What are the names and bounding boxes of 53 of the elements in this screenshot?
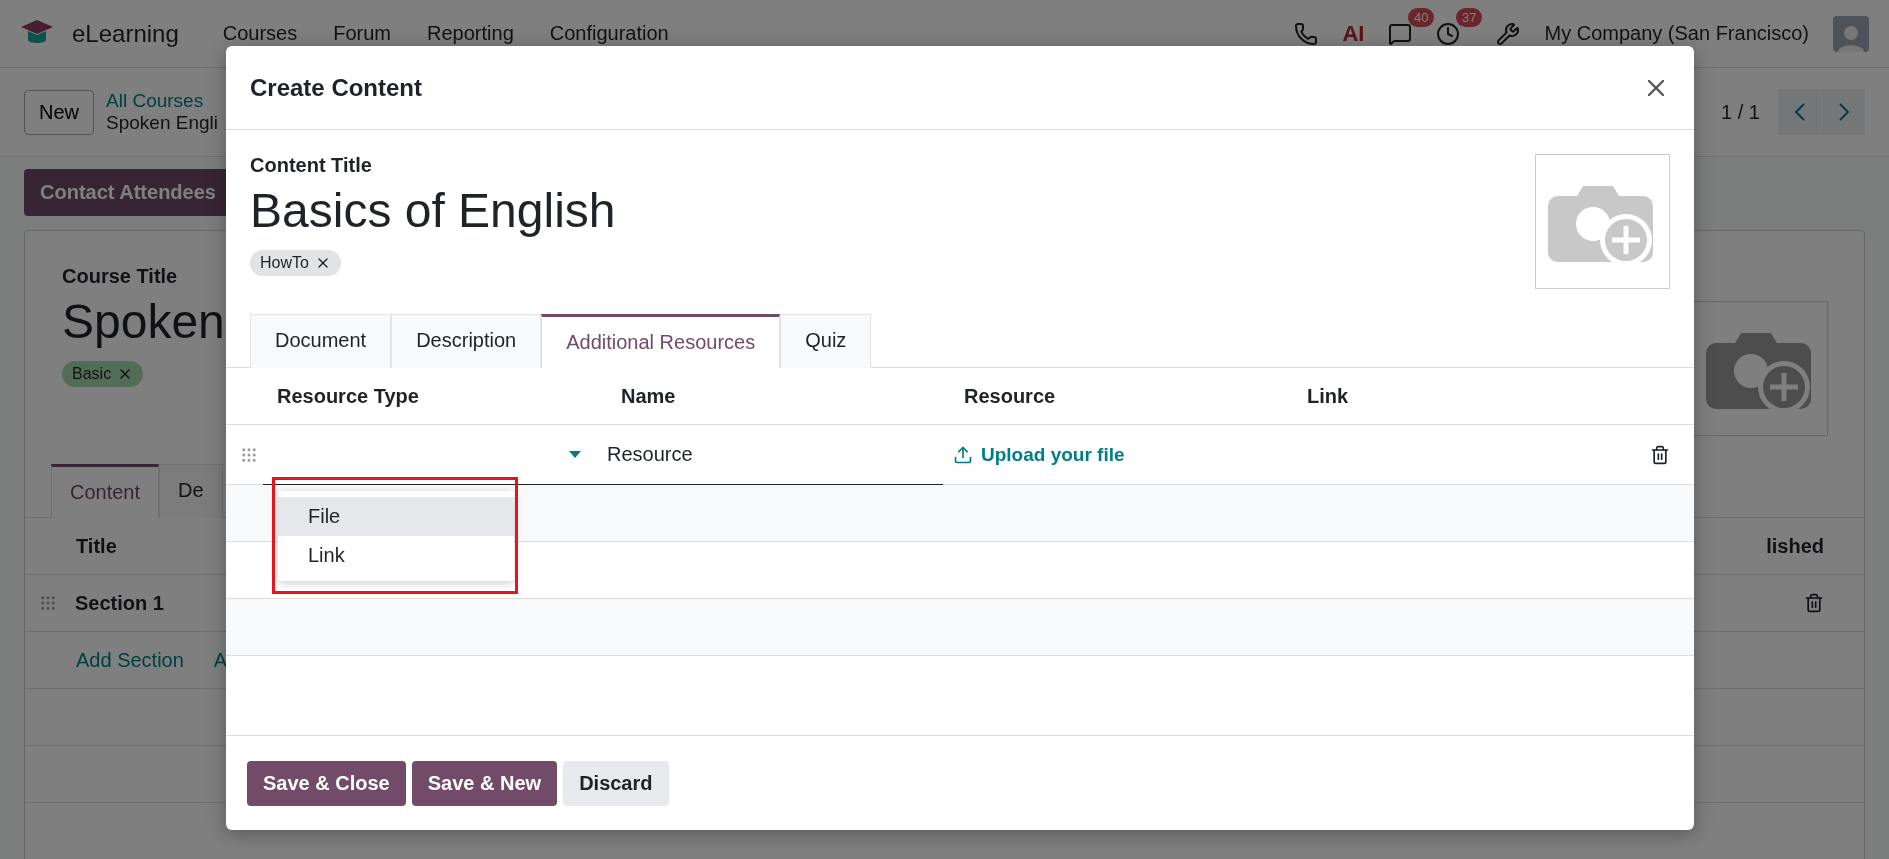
- tab[interactable]: Description: [391, 314, 542, 368]
- column-header: Name: [621, 384, 676, 408]
- pager-text: 1 / 1: [1721, 100, 1760, 124]
- tag[interactable]: Basic: [62, 361, 144, 387]
- new-button[interactable]: New: [24, 89, 94, 135]
- column-header: lished: [1766, 534, 1824, 558]
- chevron-left-icon: [1794, 103, 1805, 121]
- phone-icon[interactable]: [1294, 21, 1319, 46]
- field-label: Content Title: [250, 154, 373, 177]
- count-badge: 40: [1408, 7, 1435, 27]
- tab[interactable]: Additional Resources: [541, 314, 781, 368]
- add-link[interactable]: Add Section: [76, 648, 184, 672]
- content-title-field[interactable]: Basics of English: [250, 183, 616, 238]
- company-switcher[interactable]: My Company (San Francisco): [1544, 22, 1809, 45]
- record-name: Spoken Engli: [106, 112, 218, 134]
- menu-item[interactable]: Reporting: [413, 22, 528, 45]
- table-cell: Section 1: [75, 591, 164, 615]
- column-header: Resource: [964, 384, 1056, 408]
- caret-icon: [569, 450, 581, 458]
- column-header: Resource Type: [277, 384, 419, 408]
- upload-link[interactable]: Upload your file: [953, 443, 1125, 466]
- tab[interactable]: De: [159, 464, 223, 518]
- tag[interactable]: HowTo: [250, 250, 341, 276]
- ai-icon[interactable]: AI: [1342, 20, 1365, 47]
- menu-item[interactable]: Forum: [319, 22, 406, 45]
- column-header: Link: [1307, 384, 1349, 408]
- upload-icon: [953, 444, 973, 465]
- chat-icon[interactable]: [1388, 21, 1413, 46]
- drag-handle-icon[interactable]: [39, 594, 57, 612]
- breadcrumb-link[interactable]: All Courses: [106, 90, 218, 112]
- clock-icon[interactable]: [1436, 21, 1461, 46]
- tab[interactable]: Document: [250, 314, 392, 368]
- dialog-button[interactable]: Save & Close: [247, 760, 406, 806]
- chevron-right-icon: [1838, 103, 1849, 121]
- count-badge: 37: [1456, 7, 1483, 27]
- tab[interactable]: Quiz: [780, 314, 872, 368]
- add-link[interactable]: A: [213, 648, 228, 672]
- course-title: Spoken: [62, 294, 225, 349]
- dialog-title: Create Content: [250, 73, 423, 102]
- menu-item[interactable]: Courses: [208, 22, 312, 45]
- name-field[interactable]: Resource: [593, 424, 943, 485]
- tab[interactable]: Content: [51, 464, 160, 518]
- dialog-button[interactable]: Discard: [563, 760, 669, 806]
- app-name: eLearning: [72, 19, 179, 48]
- dialog-button[interactable]: Save & New: [411, 760, 558, 806]
- drag-handle-icon[interactable]: [240, 445, 258, 464]
- dropdown-option[interactable]: File: [278, 497, 514, 536]
- tools-icon[interactable]: [1496, 21, 1521, 46]
- column-header: Title: [76, 534, 117, 558]
- dropdown-option[interactable]: Link: [278, 536, 514, 575]
- menu-item[interactable]: Configuration: [535, 22, 683, 45]
- delete-icon[interactable]: [1650, 444, 1670, 465]
- field-label: Course Title: [62, 265, 179, 288]
